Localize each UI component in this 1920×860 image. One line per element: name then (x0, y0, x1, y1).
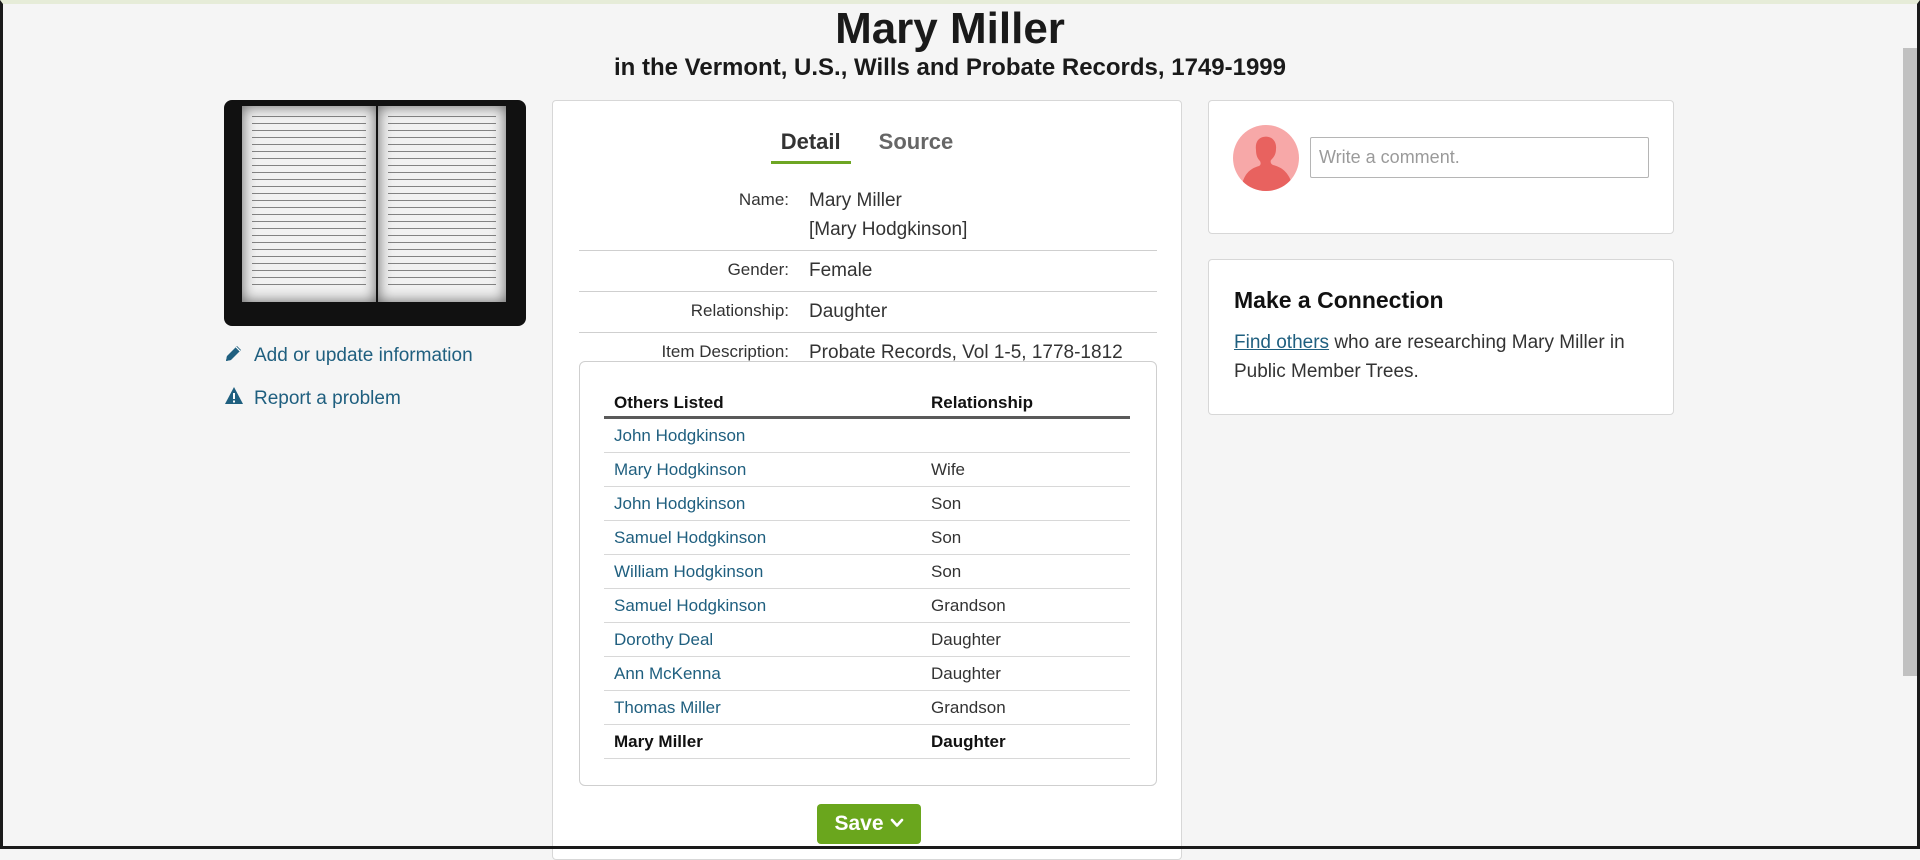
table-row: Dorothy Deal Daughter (604, 622, 1130, 657)
table-row: John Hodgkinson (604, 417, 1130, 453)
relationship-cell: Daughter (921, 622, 1130, 657)
person-link[interactable]: John Hodgkinson (614, 426, 745, 445)
others-listed-header: Others Listed (604, 392, 921, 419)
relationship-cell: Grandson (921, 588, 1130, 623)
page-title: Mary Miller (835, 4, 1065, 53)
book-page-left (242, 106, 376, 302)
gender-label: Gender: (727, 260, 789, 279)
person-name-cell: Mary Hodgkinson (604, 452, 921, 487)
detail-row-gender: Gender: Female (579, 251, 1157, 292)
person-link[interactable]: Samuel Hodgkinson (614, 596, 766, 615)
add-update-information-link[interactable]: Add or update information (224, 343, 528, 369)
book-page-right (378, 106, 506, 302)
relationship-label: Relationship: (690, 301, 789, 320)
person-link[interactable]: William Hodgkinson (614, 562, 763, 581)
make-connection-title: Make a Connection (1234, 287, 1444, 313)
save-button-label: Save (834, 812, 884, 835)
relationship-cell: Son (921, 554, 1130, 589)
table-row: Samuel Hodgkinson Son (604, 520, 1130, 555)
name-value-group: Mary Miller [Mary Hodgkinson] (809, 186, 967, 244)
self-name-cell: Mary Miller (604, 724, 921, 759)
person-silhouette-icon (1233, 136, 1299, 191)
relationship-cell: Son (921, 520, 1130, 555)
person-link[interactable]: Ann McKenna (614, 664, 721, 683)
warning-icon (224, 386, 244, 412)
person-name-cell: Thomas Miller (604, 690, 921, 725)
table-row: Ann McKenna Daughter (604, 656, 1130, 691)
record-detail-card: Detail Source Name: Mary Miller [Mary Ho… (552, 100, 1182, 860)
tab-source[interactable]: Source (869, 127, 964, 164)
relationship-cell (921, 417, 1130, 453)
save-button[interactable]: Save (817, 804, 921, 844)
table-row: Samuel Hodgkinson Grandson (604, 588, 1130, 623)
left-column: Add or update information Report a probl… (224, 100, 528, 412)
pencil-icon (224, 343, 244, 369)
person-name-cell: Ann McKenna (604, 656, 921, 691)
person-name-cell: Samuel Hodgkinson (604, 520, 921, 555)
person-link[interactable]: Mary Hodgkinson (614, 460, 746, 479)
person-link[interactable]: John Hodgkinson (614, 494, 745, 513)
person-link[interactable]: Thomas Miller (614, 698, 721, 717)
avatar (1233, 125, 1299, 191)
detail-list: Name: Mary Miller [Mary Hodgkinson] Gend… (579, 181, 1157, 373)
report-problem-label: Report a problem (254, 388, 401, 409)
person-link[interactable]: Dorothy Deal (614, 630, 713, 649)
find-others-link[interactable]: Find others (1234, 332, 1329, 353)
gender-value: Female (809, 260, 873, 281)
scrollbar-thumb[interactable] (1903, 48, 1917, 676)
chevron-down-icon (890, 812, 904, 836)
record-tabs: Detail Source (553, 127, 1181, 164)
person-name-cell: John Hodgkinson (604, 486, 921, 521)
name-value: Mary Miller (809, 190, 902, 211)
person-name-cell: John Hodgkinson (604, 417, 921, 453)
make-connection-text: Find others who are researching Mary Mil… (1234, 328, 1648, 386)
report-problem-link[interactable]: Report a problem (224, 386, 528, 412)
relationship-value: Daughter (809, 301, 888, 322)
others-listed-table: Others Listed Relationship John Hodgkins… (604, 392, 1130, 759)
tab-detail[interactable]: Detail (770, 127, 851, 164)
make-connection-card: Make a Connection Find others who are re… (1208, 259, 1674, 415)
comment-card (1208, 100, 1674, 234)
alternate-name-value: [Mary Hodgkinson] (809, 219, 968, 240)
relationship-cell: Daughter (921, 656, 1130, 691)
relationship-cell: Wife (921, 452, 1130, 487)
person-link[interactable]: Samuel Hodgkinson (614, 528, 766, 547)
detail-row-name: Name: Mary Miller [Mary Hodgkinson] (579, 181, 1157, 251)
add-update-information-label: Add or update information (254, 345, 473, 366)
table-header-row: Others Listed Relationship (604, 392, 1130, 419)
person-name-cell: Dorothy Deal (604, 622, 921, 657)
comment-input[interactable] (1310, 137, 1649, 178)
table-row: John Hodgkinson Son (604, 486, 1130, 521)
table-row-self: Mary Miller Daughter (604, 724, 1130, 759)
others-listed-box: Others Listed Relationship John Hodgkins… (579, 361, 1157, 786)
relationship-cell: Grandson (921, 690, 1130, 725)
person-name-cell: William Hodgkinson (604, 554, 921, 589)
page-header: Mary Miller in the Vermont, U.S., Wills … (0, 0, 1900, 82)
relationship-header: Relationship (921, 392, 1130, 419)
table-row: Thomas Miller Grandson (604, 690, 1130, 725)
relationship-cell: Son (921, 486, 1130, 521)
detail-row-relationship: Relationship: Daughter (579, 292, 1157, 333)
record-image-thumbnail[interactable] (224, 100, 526, 326)
self-relationship-cell: Daughter (921, 724, 1130, 759)
collection-subtitle: in the Vermont, U.S., Wills and Probate … (614, 54, 1286, 81)
person-name-cell: Samuel Hodgkinson (604, 588, 921, 623)
table-row: Mary Hodgkinson Wife (604, 452, 1130, 487)
table-row: William Hodgkinson Son (604, 554, 1130, 589)
name-label: Name: (738, 190, 789, 209)
